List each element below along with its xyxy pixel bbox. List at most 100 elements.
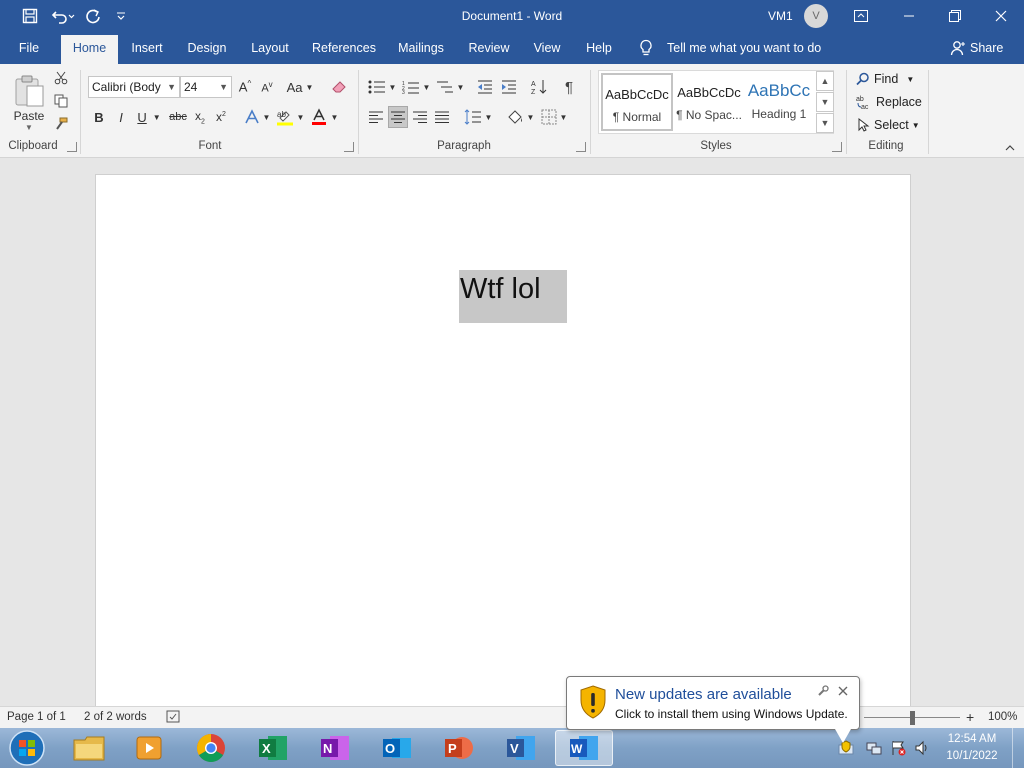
tab-file[interactable]: File [10,32,48,64]
sort-button[interactable]: AZ [528,76,550,98]
collapse-ribbon-button[interactable] [1002,142,1018,154]
zoom-level[interactable]: 100% [988,707,1017,729]
action-center-tray-icon[interactable] [888,730,908,766]
multilevel-list-button[interactable]: ▼ [434,76,466,98]
word-count[interactable]: 2 of 2 words [84,707,147,729]
styles-dialog-launcher[interactable] [832,142,842,152]
select-button[interactable]: Select ▼ [856,115,920,135]
center-button[interactable] [388,106,408,128]
proofing-icon[interactable] [166,710,182,726]
minimize-button[interactable] [886,0,932,32]
clear-formatting-button[interactable] [328,76,350,98]
document-text-selected[interactable]: Wtf lol [459,270,567,323]
taskbar-excel[interactable]: X [244,730,302,766]
taskbar-visio[interactable]: V [492,730,550,766]
line-spacing-button[interactable]: ▼ [462,106,494,128]
start-button[interactable] [0,730,54,766]
underline-button[interactable]: U ▼ [134,106,164,128]
tab-layout[interactable]: Layout [246,32,294,64]
subscript-button[interactable]: x2 [191,106,209,128]
page-count[interactable]: Page 1 of 1 [7,707,66,729]
shrink-font-button[interactable]: Av [258,76,276,98]
replace-button[interactable]: ab ac Replace [856,92,922,112]
ribbon-display-options-button[interactable] [838,0,884,32]
paste-button[interactable]: Paste ▼ [8,68,50,138]
align-left-button[interactable] [366,106,386,128]
customize-quick-access-button[interactable] [112,0,130,32]
increase-indent-button[interactable] [498,76,520,98]
taskbar-onenote[interactable]: N [306,730,364,766]
share-button[interactable]: Share [950,32,1003,64]
paragraph-dialog-launcher[interactable] [576,142,586,152]
decrease-indent-button[interactable] [474,76,496,98]
zoom-slider-thumb[interactable] [910,711,915,725]
tell-me-search[interactable]: Tell me what you want to do [638,32,821,64]
taskbar-outlook[interactable]: O [368,730,426,766]
taskbar-media-player[interactable] [120,730,178,766]
taskbar-chrome[interactable] [182,730,240,766]
style-heading-1[interactable]: AaBbCc Heading 1 [745,73,813,131]
shading-button[interactable]: ▼ [504,106,536,128]
document-page[interactable]: Wtf lol [95,174,911,706]
taskbar-word[interactable]: W [555,730,613,766]
superscript-button[interactable]: x2 [212,106,230,128]
grow-font-button[interactable]: A^ [236,76,254,98]
zoom-in-button[interactable]: + [966,707,974,729]
user-name[interactable]: VM1 [768,0,793,32]
find-button[interactable]: Find ▼ [856,69,914,89]
font-dialog-launcher[interactable] [344,142,354,152]
italic-button[interactable]: I [112,106,130,128]
tab-design[interactable]: Design [182,32,232,64]
highlight-button[interactable]: ab ▼ [274,106,306,128]
network-tray-icon[interactable] [864,730,884,766]
tab-home[interactable]: Home [61,35,118,64]
tab-help[interactable]: Help [582,32,616,64]
copy-button[interactable] [52,92,70,110]
undo-button[interactable] [48,0,78,32]
tab-mailings[interactable]: Mailings [392,32,450,64]
tab-review[interactable]: Review [466,32,512,64]
show-desktop-button[interactable] [1012,728,1024,768]
styles-more-button[interactable]: ▼ [816,113,834,133]
avatar[interactable]: V [804,4,828,28]
tab-view[interactable]: View [528,32,566,64]
font-size-combo[interactable]: 24 ▼ [180,76,232,98]
restore-button[interactable] [932,0,978,32]
tab-insert[interactable]: Insert [126,32,168,64]
notification-close-button[interactable] [837,685,851,699]
text-effects-button[interactable]: ▼ [242,106,272,128]
styles-scroll-up-button[interactable]: ▲ [816,71,834,91]
superscript-icon: x2 [216,110,226,124]
clipboard-dialog-launcher[interactable] [67,142,77,152]
style-no-spacing[interactable]: AaBbCcDc ¶ No Spac... [673,73,745,131]
change-case-button[interactable]: Aa ▼ [284,76,316,98]
show-formatting-marks-button[interactable]: ¶ [558,76,580,98]
bullets-button[interactable]: ▼ [366,76,398,98]
notification-options-button[interactable] [817,685,831,699]
taskbar-powerpoint[interactable]: P [430,730,488,766]
volume-tray-icon[interactable] [912,730,932,766]
bold-button[interactable]: B [90,106,108,128]
styles-scroll-down-button[interactable]: ▼ [816,92,834,112]
style-normal[interactable]: AaBbCcDc ¶ Normal [601,73,673,131]
save-button[interactable] [16,0,44,32]
taskbar-explorer[interactable] [60,730,118,766]
cut-button[interactable] [52,69,70,87]
network-icon [866,742,882,755]
numbering-button[interactable]: 1 2 3 ▼ [400,76,432,98]
close-button[interactable] [978,0,1024,32]
update-notification[interactable]: New updates are available Click to insta… [566,676,860,743]
font-color-button[interactable]: ▼ [308,106,340,128]
font-name-combo[interactable]: Calibri (Body ▼ [88,76,180,98]
format-painter-button[interactable] [52,115,70,133]
system-clock[interactable]: 12:54 AM 10/1/2022 [934,731,1010,765]
align-right-button[interactable] [410,106,430,128]
align-right-icon [413,111,427,123]
redo-button[interactable] [82,0,104,32]
tab-references[interactable]: References [310,32,378,64]
justify-button[interactable] [432,106,452,128]
decrease-indent-icon [478,80,492,94]
strikethrough-button[interactable]: abc [167,106,189,128]
borders-button[interactable]: ▼ [538,106,570,128]
document-area[interactable]: Wtf lol [0,158,1024,706]
